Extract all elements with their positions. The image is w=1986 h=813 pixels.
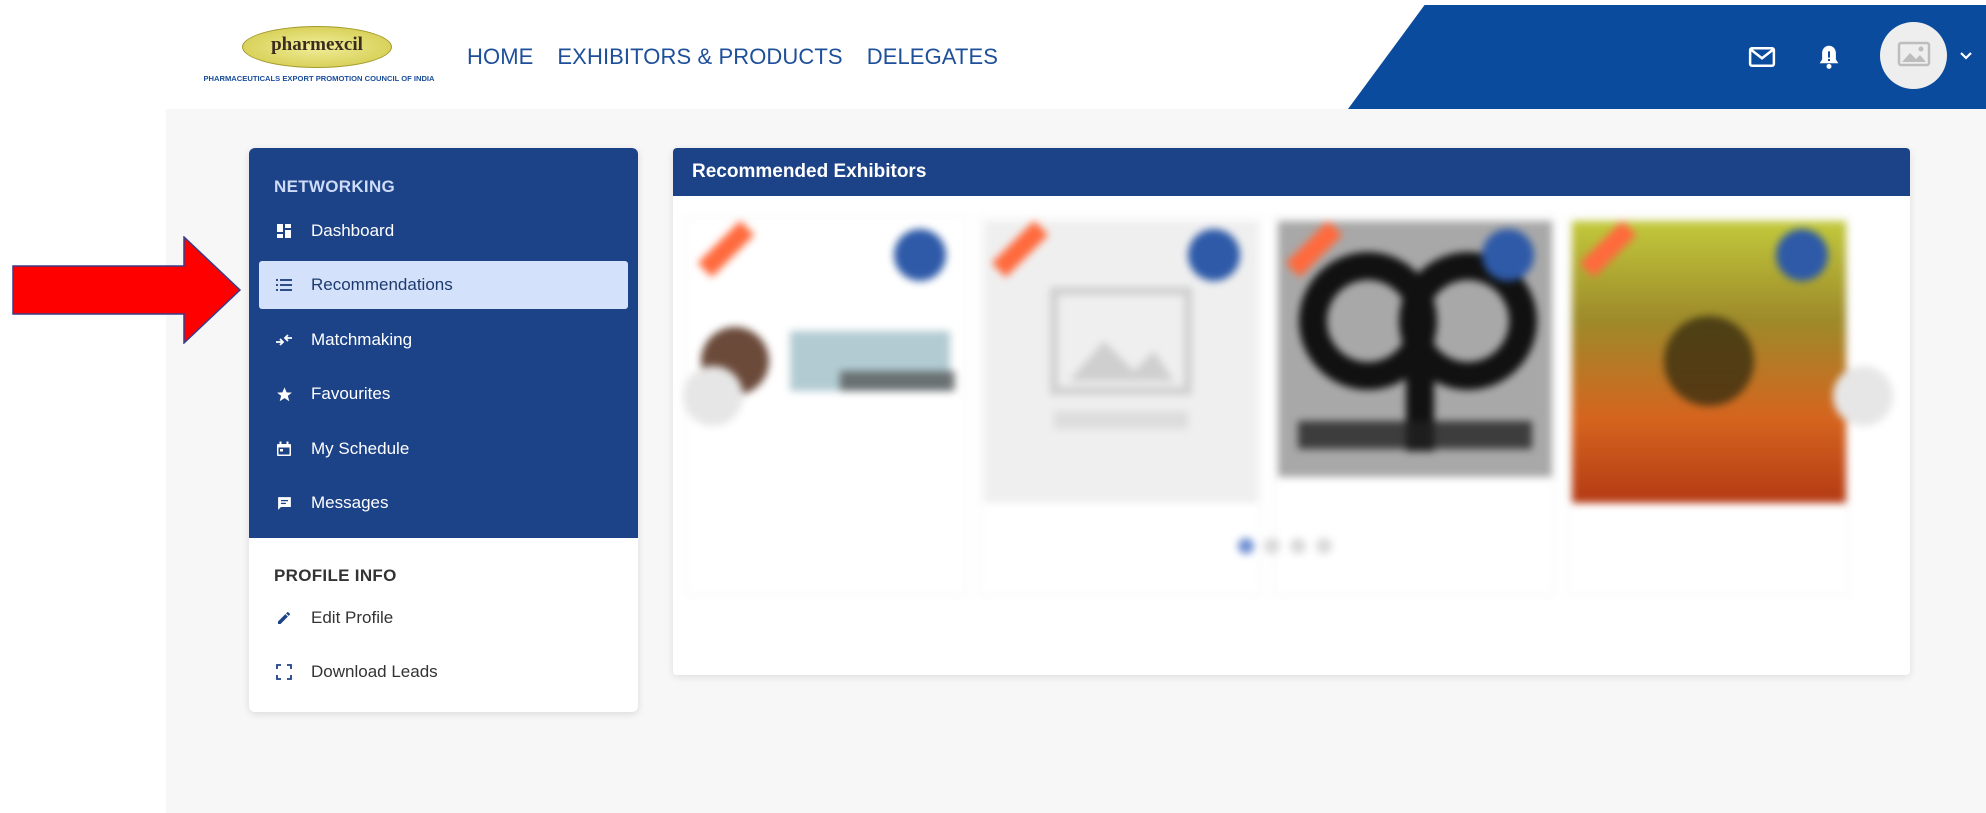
app-root: pharmexcil PHARMACEUTICALS EXPORT PROMOT…: [0, 0, 1986, 813]
sidebar-item-recommendations[interactable]: Recommendations: [259, 261, 628, 309]
calendar-icon: [274, 439, 294, 459]
nav-delegates[interactable]: DELEGATES: [867, 44, 998, 70]
sidebar-item-my-schedule[interactable]: My Schedule: [259, 425, 628, 473]
top-header: pharmexcil PHARMACEUTICALS EXPORT PROMOT…: [0, 0, 1986, 109]
red-arrow-annotation: [12, 236, 242, 344]
sidebar-item-messages[interactable]: Messages: [259, 479, 628, 527]
sidebar-item-dashboard[interactable]: Dashboard: [259, 207, 628, 255]
add-favourite-button[interactable]: [1188, 229, 1240, 281]
mail-icon[interactable]: [1747, 42, 1777, 72]
carousel-dot[interactable]: [1264, 538, 1280, 554]
sidebar-item-label: My Schedule: [311, 439, 410, 458]
carousel-next-button[interactable]: [1833, 366, 1893, 426]
main-nav: HOME EXHIBITORS & PRODUCTS DELEGATES: [467, 44, 998, 70]
sidebar-item-edit-profile[interactable]: Edit Profile: [259, 594, 628, 642]
carousel-pagination: [1238, 538, 1332, 554]
sidebar-item-label: Messages: [311, 493, 389, 512]
dashboard-icon: [274, 221, 294, 241]
chevron-down-icon[interactable]: [1958, 48, 1974, 64]
add-favourite-button[interactable]: [1776, 229, 1828, 281]
compare-arrows-icon: [274, 330, 294, 350]
star-icon: [274, 384, 294, 404]
nav-exhibitors-products[interactable]: EXHIBITORS & PRODUCTS: [557, 44, 842, 70]
exhibitor-carousel[interactable]: [673, 206, 1910, 626]
sidebar-item-label: Download Leads: [311, 662, 438, 681]
add-favourite-button[interactable]: [1482, 229, 1534, 281]
pencil-icon: [274, 608, 294, 628]
sidebar-item-label: Dashboard: [311, 221, 395, 240]
carousel-dot[interactable]: [1238, 538, 1254, 554]
recommended-exhibitors-panel: Recommended Exhibitors: [673, 148, 1910, 675]
image-placeholder-icon: [1897, 41, 1930, 66]
sidebar-item-label: Edit Profile: [311, 608, 394, 627]
sidebar-item-label: Matchmaking: [311, 330, 413, 349]
exhibitor-card[interactable]: [1567, 216, 1849, 596]
bell-icon[interactable]: [1814, 42, 1844, 72]
expand-icon: [274, 662, 294, 682]
logo-brand: pharmexcil: [271, 34, 363, 55]
sidebar-item-favourites[interactable]: Favourites: [259, 370, 628, 418]
carousel-dot[interactable]: [1316, 538, 1332, 554]
exhibitor-card[interactable]: [979, 216, 1261, 596]
chat-icon: [274, 493, 294, 513]
networking-heading: NETWORKING: [274, 177, 396, 196]
sidebar-item-label: Recommendations: [311, 275, 453, 294]
profile-info-heading: PROFILE INFO: [274, 566, 397, 585]
sidebar-item-download-leads[interactable]: Download Leads: [259, 648, 628, 696]
carousel-prev-button[interactable]: [683, 366, 743, 426]
pharmexcil-logo[interactable]: pharmexcil PHARMACEUTICALS EXPORT PROMOT…: [186, 24, 452, 86]
recommended-title: Recommended Exhibitors: [692, 161, 927, 182]
sidebar-item-label: Favourites: [311, 384, 391, 403]
user-avatar[interactable]: [1880, 22, 1947, 89]
carousel-dot[interactable]: [1290, 538, 1306, 554]
networking-section: NETWORKING Dashboard Recommendations Mat…: [249, 148, 638, 538]
recommended-header: Recommended Exhibitors: [673, 148, 1910, 196]
sidebar-item-matchmaking[interactable]: Matchmaking: [259, 316, 628, 364]
nav-home[interactable]: HOME: [467, 44, 533, 70]
logo-tagline: PHARMACEUTICALS EXPORT PROMOTION COUNCIL…: [203, 74, 435, 83]
networking-sidebar: NETWORKING Dashboard Recommendations Mat…: [249, 148, 638, 712]
add-favourite-button[interactable]: [894, 229, 946, 281]
list-icon: [274, 275, 294, 295]
